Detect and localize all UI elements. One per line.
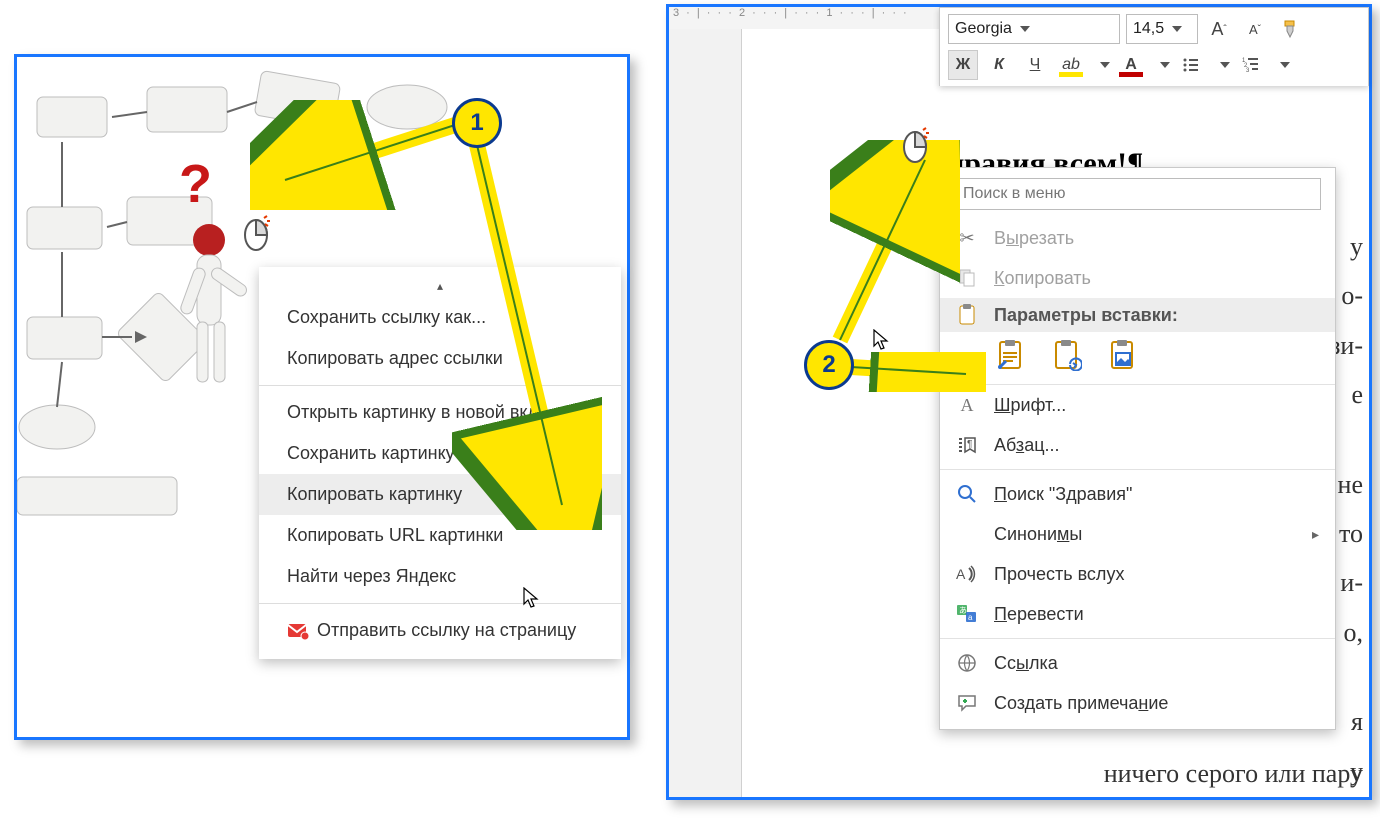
grow-font-button[interactable]: Aˆ <box>1204 14 1234 44</box>
chevron-down-icon <box>1172 26 1182 32</box>
font-name-selector[interactable]: Georgia <box>948 14 1120 44</box>
paragraph-icon: ¶ <box>956 434 978 456</box>
svg-text:?: ? <box>179 154 212 214</box>
menu-search-input[interactable]: Поиск в меню <box>954 178 1321 210</box>
ctx-search-yandex[interactable]: Найти через Яндекс <box>259 556 621 597</box>
chevron-down-icon <box>1020 26 1030 32</box>
ctx-open-image-new-tab[interactable]: Открыть картинку в новой вкла <box>259 392 621 433</box>
mouse-right-click-icon <box>242 215 270 251</box>
annotation-badge-2: 2 <box>804 340 854 390</box>
paste-merge-formatting[interactable] <box>1050 338 1084 372</box>
paste-as-picture[interactable] <box>1106 338 1140 372</box>
chevron-down-icon[interactable] <box>1160 62 1170 68</box>
multilevel-list-button[interactable]: 123 <box>1236 50 1266 80</box>
ctx-smart-lookup[interactable]: Поиск "Здравия" <box>940 474 1335 514</box>
ctx-paragraph[interactable]: ¶ Абзац... <box>940 425 1335 465</box>
ctx-separator <box>940 638 1335 639</box>
annotation-badge-1: 1 <box>452 98 502 148</box>
blank-icon <box>956 523 978 545</box>
browser-context-menu: ▴ Сохранить ссылку как... Копировать адр… <box>259 267 621 659</box>
page-gutter <box>669 29 741 797</box>
multilevel-icon: 123 <box>1242 56 1260 74</box>
scroll-up-chevron[interactable]: ▴ <box>259 275 621 297</box>
font-color-button[interactable]: А <box>1116 50 1146 80</box>
doc-last-line: ничего серого или пару <box>1104 759 1363 789</box>
bold-button[interactable]: Ж <box>948 50 978 80</box>
cursor-icon <box>523 587 541 609</box>
format-painter-icon <box>1281 19 1301 39</box>
ctx-separator <box>940 469 1335 470</box>
shrink-font-button[interactable]: Aˇ <box>1240 14 1270 44</box>
ctx-link[interactable]: Ссылка <box>940 643 1335 683</box>
ctx-save-image-as[interactable]: Сохранить картинку как <box>259 433 621 474</box>
svg-text:あ: あ <box>959 606 967 615</box>
panel-word: 3 · | · · · 2 · · · | · · · 1 · · · | · … <box>666 4 1372 800</box>
search-icon <box>956 483 978 505</box>
ruler: 3 · | · · · 2 · · · | · · · 1 · · · | · … <box>669 7 943 30</box>
highlight-color-button[interactable]: ab <box>1056 50 1086 80</box>
mail-icon <box>287 622 309 640</box>
svg-text:a: a <box>968 613 973 622</box>
italic-button[interactable]: К <box>984 50 1014 80</box>
paste-icon <box>956 304 978 326</box>
svg-text:3: 3 <box>1246 68 1250 74</box>
submenu-arrow-icon: ▸ <box>1312 526 1319 543</box>
ctx-separator <box>259 385 621 386</box>
cursor-icon <box>873 329 891 351</box>
ctx-synonyms[interactable]: Синонимы ▸ <box>940 514 1335 554</box>
ctx-save-link-as[interactable]: Сохранить ссылку как... <box>259 297 621 338</box>
panel-browser: ? ▴ Сохранить ссылку как... Копировать а… <box>14 54 630 740</box>
read-aloud-icon: A <box>956 563 978 585</box>
link-icon <box>956 652 978 674</box>
svg-text:¶: ¶ <box>967 439 972 450</box>
ctx-new-comment[interactable]: Создать примечание <box>940 683 1335 723</box>
format-painter-button[interactable] <box>1276 14 1306 44</box>
bullets-button[interactable] <box>1176 50 1206 80</box>
chevron-down-icon[interactable] <box>1280 62 1290 68</box>
ctx-send-page-link[interactable]: Отправить ссылку на страницу <box>259 610 621 651</box>
bullets-icon <box>1182 56 1200 74</box>
word-mini-toolbar: Georgia 14,5 Aˆ Aˇ Ж К Ч ab А <box>939 7 1369 86</box>
ctx-read-aloud[interactable]: A Прочесть вслух <box>940 554 1335 594</box>
font-size-selector[interactable]: 14,5 <box>1126 14 1198 44</box>
ctx-font[interactable]: A Шрифт... <box>940 385 1335 425</box>
copy-icon <box>956 267 978 289</box>
translate-icon: あa <box>956 603 978 625</box>
comment-icon <box>956 692 978 714</box>
ctx-paste-options-header: Параметры вставки: <box>940 298 1335 332</box>
svg-text:A: A <box>956 566 966 582</box>
cut-icon: ✂ <box>956 227 978 249</box>
font-icon: A <box>956 394 978 416</box>
ctx-translate[interactable]: あa Перевести <box>940 594 1335 634</box>
chevron-down-icon[interactable] <box>1100 62 1110 68</box>
paste-options-row <box>940 332 1335 385</box>
ctx-copy-image-url[interactable]: Копировать URL картинки <box>259 515 621 556</box>
chevron-down-icon[interactable] <box>1220 62 1230 68</box>
word-context-menu: Поиск в меню ✂ Вырезать Копировать Парам… <box>939 167 1336 730</box>
ctx-separator <box>259 603 621 604</box>
ctx-copy-image[interactable]: Копировать картинку <box>259 474 621 515</box>
paste-keep-source[interactable] <box>994 338 1028 372</box>
ctx-cut: ✂ Вырезать <box>940 218 1335 258</box>
mouse-right-click-icon <box>901 127 929 163</box>
ctx-copy: Копировать <box>940 258 1335 298</box>
ctx-copy-link-address[interactable]: Копировать адрес ссылки <box>259 338 621 379</box>
underline-button[interactable]: Ч <box>1020 50 1050 80</box>
